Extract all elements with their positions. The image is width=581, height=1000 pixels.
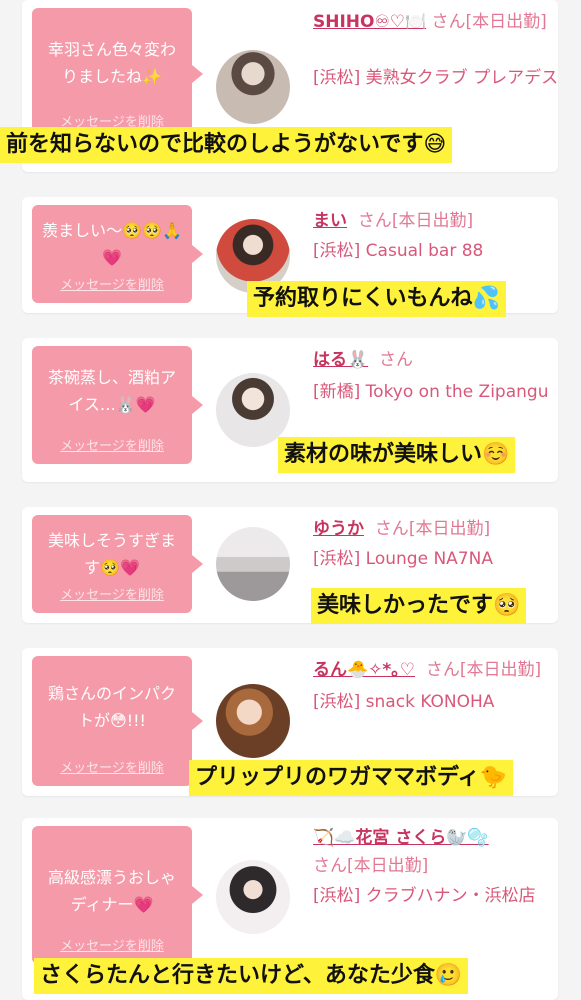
caption-overlay: 素材の味が美味しい☺️ <box>278 437 516 473</box>
woman-photo-avatar[interactable] <box>216 684 290 758</box>
attendance-status: [本日出勤] <box>347 856 429 876</box>
attendance-status: [本日出勤] <box>391 211 474 231</box>
shop-area: [新橋] <box>313 382 361 402</box>
message-bubble: 羨ましい〜🥺🥺🙏💗 メッセージを削除 <box>32 205 203 303</box>
cast-name-link[interactable]: まい <box>313 211 347 231</box>
shop-name[interactable]: Tokyo on the Zipangu <box>366 382 549 402</box>
attendance-status: [本日出勤] <box>465 12 547 32</box>
woman-photo-avatar[interactable] <box>216 373 290 447</box>
message-bubble: 美味しそうすぎます🥺💗 メッセージを削除 <box>32 515 203 613</box>
caption-overlay: 予約取りにくいもんね💦 <box>247 281 506 317</box>
message-text: 高級感漂うおしゃディナー💗 <box>47 868 176 914</box>
shop-name[interactable]: snack KONOHA <box>366 692 495 712</box>
shop-area: [浜松] <box>313 549 361 569</box>
delete-message-link[interactable]: メッセージを削除 <box>32 757 192 776</box>
cast-name-link[interactable]: 🏹☁️花宮 さくら🦭🫧 <box>313 828 489 848</box>
message-bubble: 高級感漂うおしゃディナー💗 メッセージを削除 <box>32 826 203 964</box>
woman-photo-avatar[interactable] <box>216 527 290 601</box>
message-text: 美味しそうすぎます🥺💗 <box>47 531 176 577</box>
woman-photo-avatar[interactable] <box>216 860 290 934</box>
shop-area: [浜松] <box>313 241 361 261</box>
cast-info: るん🐣✧*｡♡ さん[本日出勤] [浜松] snack KONOHA <box>313 656 553 716</box>
cast-info: ゆうか さん[本日出勤] [浜松] Lounge NA7NA <box>313 515 553 573</box>
cast-name-link[interactable]: はる🐰 <box>313 350 368 370</box>
caption-overlay: 美味しかったです🥺 <box>311 588 527 624</box>
attendance-status: [本日出勤] <box>408 519 491 539</box>
message-text: 鶏さんのインパクトが😳!!! <box>47 684 176 730</box>
delete-message-link[interactable]: メッセージを削除 <box>32 935 192 954</box>
woman-photo-avatar[interactable] <box>216 50 290 124</box>
honorific: さん <box>313 856 347 876</box>
caption-overlay: さくらたんと行きたいけど、あなた少食🥲 <box>34 958 469 994</box>
message-text: 茶碗蒸し、酒粕アイス…🐰💗 <box>47 368 176 414</box>
cast-name-link[interactable]: るん🐣✧*｡♡ <box>313 660 415 680</box>
honorific: さん <box>378 350 413 370</box>
shop-area: [浜松] <box>313 68 361 88</box>
attendance-status: [本日出勤] <box>459 660 542 680</box>
delete-message-link[interactable]: メッセージを削除 <box>32 274 192 293</box>
message-bubble: 鶏さんのインパクトが😳!!! メッセージを削除 <box>32 656 203 786</box>
cast-info: SHIHO♾♡🍽️ さん[本日出勤] [浜松] 美熟女クラブ プレアデス <box>313 8 558 92</box>
honorific: さん <box>374 519 409 539</box>
cast-info: 🏹☁️花宮 さくら🦭🫧 さん[本日出勤] [浜松] クラブハナン・浜松店 <box>313 824 553 910</box>
honorific: さん <box>431 12 466 32</box>
shop-name[interactable]: Casual bar 88 <box>366 241 484 261</box>
cast-name-link[interactable]: SHIHO♾♡🍽️ <box>313 12 426 32</box>
message-text: 羨ましい〜🥺🥺🙏💗 <box>42 221 182 267</box>
caption-overlay: プリップリのワガママボディ🐤 <box>189 760 513 796</box>
shop-name[interactable]: クラブハナン・浜松店 <box>366 886 536 906</box>
honorific: さん <box>357 211 392 231</box>
honorific: さん <box>425 660 460 680</box>
message-bubble: 茶碗蒸し、酒粕アイス…🐰💗 メッセージを削除 <box>32 346 203 464</box>
delete-message-link[interactable]: メッセージを削除 <box>32 584 192 603</box>
cast-info: はる🐰 さん [新橋] Tokyo on the Zipangu <box>313 346 553 406</box>
message-text: 幸羽さん色々変わりましたね✨ <box>47 40 176 86</box>
shop-name[interactable]: 美熟女クラブ プレアデス <box>366 68 558 88</box>
cast-info: まい さん[本日出勤] [浜松] Casual bar 88 <box>313 207 553 265</box>
cast-name-link[interactable]: ゆうか <box>313 519 364 539</box>
shop-area: [浜松] <box>313 692 361 712</box>
shop-name[interactable]: Lounge NA7NA <box>366 549 493 569</box>
delete-message-link[interactable]: メッセージを削除 <box>32 435 192 454</box>
message-bubble: 幸羽さん色々変わりましたね✨ メッセージを削除 <box>32 8 203 140</box>
caption-overlay: 前を知らないので比較のしようがないです😅 <box>0 127 453 163</box>
shop-area: [浜松] <box>313 886 361 906</box>
